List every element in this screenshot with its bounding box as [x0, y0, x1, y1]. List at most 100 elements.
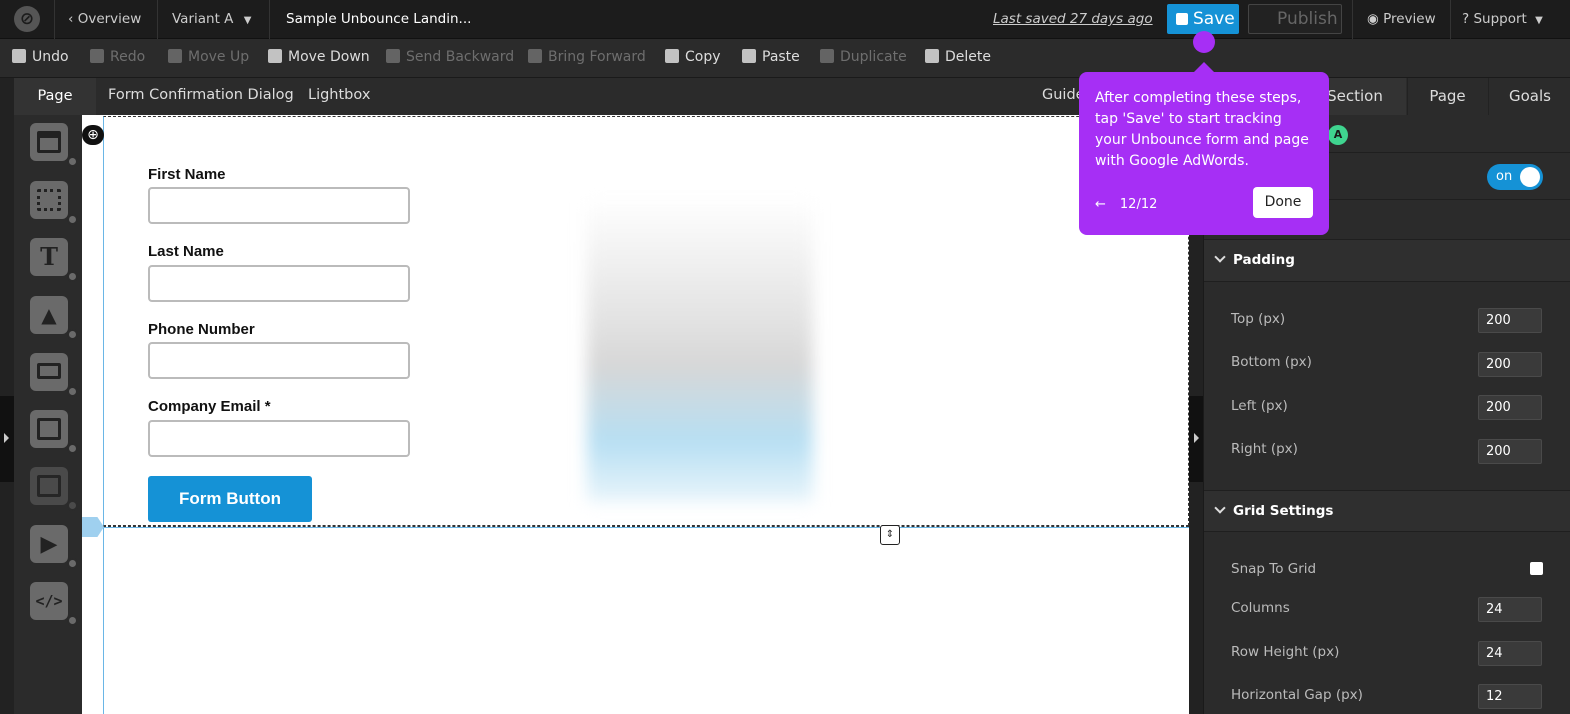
- overview-link[interactable]: ‹ Overview: [68, 11, 141, 27]
- preview-label: Preview: [1383, 11, 1436, 27]
- tab-page[interactable]: Page: [14, 78, 96, 115]
- duplicate-icon: [820, 49, 834, 63]
- redo-icon: [90, 49, 104, 63]
- expand-left-arrow-icon[interactable]: [0, 396, 14, 482]
- duplicate-label: Duplicate: [840, 49, 907, 65]
- box-widget[interactable]: [30, 181, 78, 225]
- grid-settings-header[interactable]: Grid Settings: [1216, 503, 1333, 519]
- undo-button[interactable]: Undo: [12, 49, 69, 65]
- custom-html-widget[interactable]: </>: [30, 582, 78, 626]
- horizontal-gap-label: Horizontal Gap (px): [1231, 687, 1363, 703]
- redo-button[interactable]: Redo: [90, 49, 145, 65]
- move-up-button[interactable]: Move Up: [168, 49, 249, 65]
- publish-label: Publish: [1277, 9, 1338, 29]
- section-divider: [103, 526, 1189, 528]
- snap-to-grid-checkbox[interactable]: [1530, 562, 1543, 575]
- padding-bottom-label: Bottom (px): [1231, 354, 1312, 370]
- guide-handle-icon[interactable]: [82, 517, 104, 537]
- bring-forward-icon: [528, 49, 542, 63]
- copy-button[interactable]: Copy: [665, 49, 721, 65]
- form-widget[interactable]: [30, 410, 78, 454]
- video-widget[interactable]: ▶: [30, 525, 78, 569]
- tab-lightbox[interactable]: Lightbox: [308, 87, 370, 103]
- back-arrow-icon[interactable]: ←: [1095, 194, 1106, 215]
- image-icon: ▲: [41, 303, 57, 327]
- padding-header[interactable]: Padding: [1216, 252, 1295, 268]
- horizontal-gap-input[interactable]: 12: [1478, 684, 1542, 709]
- publish-button[interactable]: Publish: [1248, 4, 1342, 34]
- done-button[interactable]: Done: [1253, 187, 1313, 218]
- first-name-field[interactable]: [148, 187, 410, 224]
- move-up-label: Move Up: [188, 49, 250, 65]
- company-email-label: Company Email *: [148, 398, 271, 415]
- divider: [1352, 0, 1353, 39]
- columns-input[interactable]: 24: [1478, 597, 1542, 622]
- social-widget[interactable]: [30, 467, 78, 511]
- columns-label: Columns: [1231, 600, 1290, 616]
- undo-label: Undo: [32, 49, 69, 65]
- variant-badge: A: [1328, 125, 1348, 145]
- paste-icon: [742, 49, 756, 63]
- move-down-button[interactable]: Move Down: [268, 49, 370, 65]
- padding-right-input[interactable]: 200: [1478, 439, 1542, 464]
- edit-toolbar: Undo Redo Move Up Move Down Send Backwar…: [0, 39, 1570, 78]
- add-icon: [67, 156, 78, 167]
- company-email-field[interactable]: [148, 420, 410, 457]
- padding-left-input[interactable]: 200: [1478, 395, 1542, 420]
- page-title[interactable]: Sample Unbounce Landin...: [286, 11, 471, 27]
- chevron-down-icon: ▼: [243, 15, 252, 26]
- duplicate-button[interactable]: Duplicate: [820, 49, 907, 65]
- tooltip-body: After completing these steps, tap 'Save'…: [1095, 90, 1309, 169]
- hero-image[interactable]: [587, 197, 813, 502]
- support-dropdown[interactable]: ? Support ▼: [1462, 11, 1543, 27]
- tour-step-counter: 12/12: [1119, 197, 1158, 212]
- tab-goals[interactable]: Goals: [1488, 78, 1570, 115]
- text-icon: T: [40, 242, 58, 271]
- text-widget[interactable]: T: [30, 238, 78, 282]
- move-handle-icon[interactable]: ⊕: [82, 125, 104, 145]
- tour-beacon[interactable]: [1193, 31, 1215, 53]
- send-backward-button[interactable]: Send Backward: [386, 49, 514, 65]
- bring-forward-button[interactable]: Bring Forward: [528, 49, 646, 65]
- move-down-icon: [268, 49, 282, 63]
- padding-bottom-input[interactable]: 200: [1478, 352, 1542, 377]
- tab-panel-page[interactable]: Page: [1407, 78, 1487, 115]
- phone-field[interactable]: [148, 342, 410, 379]
- redo-label: Redo: [110, 49, 146, 65]
- add-icon: [67, 271, 78, 282]
- add-icon: [67, 558, 78, 569]
- phone-label: Phone Number: [148, 321, 255, 338]
- padding-right-label: Right (px): [1231, 441, 1298, 457]
- form-submit-button[interactable]: Form Button: [148, 476, 312, 522]
- add-icon: [67, 214, 78, 225]
- section-visibility-toggle[interactable]: on: [1487, 164, 1543, 190]
- row-height-label: Row Height (px): [1231, 644, 1340, 660]
- list-icon: [37, 475, 61, 497]
- unbounce-logo-icon[interactable]: ⊘: [14, 6, 40, 32]
- save-button[interactable]: Save: [1167, 4, 1239, 34]
- row-height-input[interactable]: 24: [1478, 641, 1542, 666]
- last-name-field[interactable]: [148, 265, 410, 302]
- support-label: Support: [1473, 11, 1527, 27]
- button-widget[interactable]: [30, 353, 78, 397]
- variant-dropdown[interactable]: Variant A ▼: [172, 11, 251, 27]
- last-saved-status[interactable]: Last saved 27 days ago: [993, 11, 1153, 27]
- resize-handle-icon[interactable]: ⇕: [880, 525, 900, 545]
- padding-top-input[interactable]: 200: [1478, 308, 1542, 333]
- expand-right-arrow-icon[interactable]: [1189, 396, 1203, 482]
- delete-button[interactable]: Delete: [925, 49, 991, 65]
- section-widget[interactable]: [30, 123, 78, 167]
- add-icon: [67, 386, 78, 397]
- delete-label: Delete: [945, 49, 991, 65]
- tab-form-confirmation[interactable]: Form Confirmation Dialog: [108, 87, 294, 103]
- image-widget[interactable]: ▲: [30, 296, 78, 340]
- divider: [54, 0, 55, 39]
- first-name-label: First Name: [148, 166, 226, 183]
- preview-button[interactable]: ◉ Preview: [1367, 11, 1436, 27]
- copy-icon: [665, 49, 679, 63]
- guide-line: [103, 527, 104, 714]
- chevron-down-icon: ▼: [1535, 15, 1543, 26]
- page-tabs: Page Form Confirmation Dialog Lightbox G…: [14, 78, 1204, 115]
- page-canvas[interactable]: ⊕ ⇕ First Name Last Name Phone Number Co…: [82, 115, 1189, 714]
- paste-button[interactable]: Paste: [742, 49, 800, 65]
